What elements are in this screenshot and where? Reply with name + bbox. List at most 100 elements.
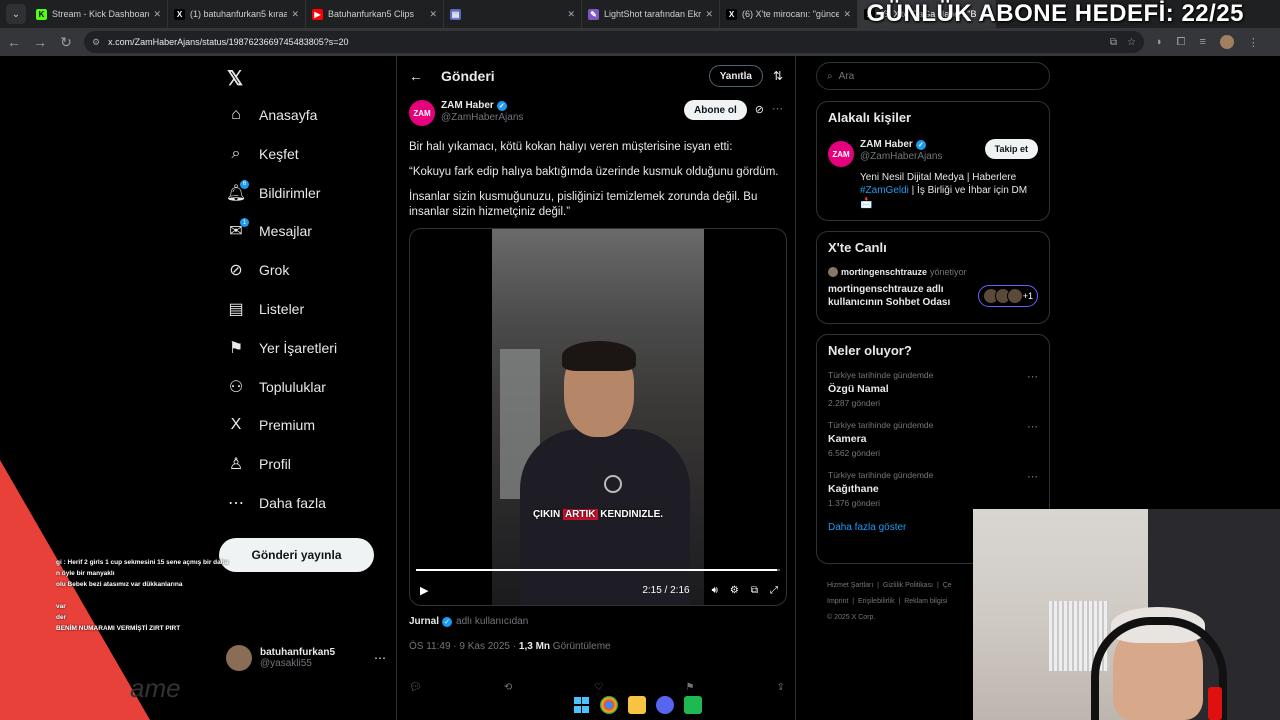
windows-start-icon[interactable] bbox=[572, 696, 590, 714]
browser-tab[interactable]: ▶ Batuhanfurkan5 Clips ✕ bbox=[306, 0, 444, 28]
forward-arrow-icon[interactable]: → bbox=[28, 30, 52, 54]
notification-badge: 6 bbox=[240, 179, 249, 189]
trend-item[interactable]: Türkiye tarihinde gündemde Kağıthane 1.376… bbox=[828, 470, 1038, 508]
more-icon[interactable]: ⋯ bbox=[772, 102, 783, 115]
tweet-timestamp[interactable]: ÖS 11:49 · 9 Kas 2025 · bbox=[409, 641, 519, 652]
reply-button[interactable]: Yanıtla bbox=[708, 65, 763, 87]
footer-link[interactable]: Reklam bilgisi bbox=[904, 598, 947, 605]
more-icon[interactable]: ⋯ bbox=[374, 651, 386, 665]
install-app-icon[interactable]: ⧉ bbox=[1110, 37, 1117, 48]
tab-title: (1) batuhanfurkan5 kıraatl bbox=[190, 9, 288, 19]
author-name[interactable]: ZAM Haber bbox=[441, 100, 494, 111]
site-info-icon[interactable]: ⚙ bbox=[92, 37, 100, 48]
avatar[interactable]: ZAM bbox=[828, 141, 854, 167]
nav-item-home[interactable]: ⌂ Anasayfa bbox=[227, 100, 317, 130]
trend-context: Türkiye tarihinde gündemde bbox=[828, 370, 934, 380]
retweet-icon[interactable]: ⟲ bbox=[504, 682, 512, 693]
video-frame: ÇIKIN ARTIK KENDINIZLE. bbox=[492, 229, 704, 605]
webcam-overlay bbox=[973, 509, 1280, 720]
nav-item-more[interactable]: ⋯ Daha fazla bbox=[227, 488, 326, 518]
app-icon[interactable] bbox=[684, 696, 702, 714]
picture-in-picture-icon[interactable]: ⧉ bbox=[751, 585, 758, 596]
footer-link[interactable]: Hizmet Şartları bbox=[827, 582, 873, 589]
footer-link[interactable]: Çe bbox=[943, 582, 952, 589]
video-player[interactable]: ÇIKIN ARTIK KENDINIZLE. ▶ 2:15 / 2:16 🔊︎… bbox=[409, 228, 787, 606]
live-space[interactable]: mortingenschtrauze adlı kullanıcının Soh… bbox=[828, 283, 1038, 309]
tweet-text: Bir halı yıkamacı, kötü kokan halıyı ver… bbox=[409, 140, 783, 220]
chrome-icon[interactable] bbox=[600, 696, 618, 714]
source-user-link[interactable]: Jurnal bbox=[409, 616, 439, 627]
nav-item-lists[interactable]: ▤ Listeler bbox=[227, 294, 304, 324]
hashtag-link[interactable]: #ZamGeldi bbox=[860, 185, 909, 196]
x-logo-icon[interactable]: 𝕏 bbox=[227, 66, 243, 91]
address-bar[interactable]: ⚙ x.com/ZamHaberAjans/status/19876236697… bbox=[84, 31, 1144, 53]
nav-item-notifications[interactable]: 🔔︎ 6 Bildirimler bbox=[226, 178, 320, 208]
back-arrow-icon[interactable]: ← bbox=[409, 68, 423, 84]
verified-badge-icon: ✓ bbox=[442, 616, 453, 627]
nav-item-bookmarks[interactable]: ⚑ Yer İşaretleri bbox=[227, 333, 337, 363]
trend-item[interactable]: Türkiye tarihinde gündemde Özgü Namal 2.28… bbox=[828, 370, 1038, 408]
trend-context: Türkiye tarihinde gündemde bbox=[828, 470, 934, 480]
volume-icon[interactable]: 🔊︎ bbox=[712, 585, 718, 596]
browser-tab[interactable]: X (1) batuhanfurkan5 kıraatl ✕ bbox=[168, 0, 306, 28]
nav-item-profile[interactable]: ♙ Profil bbox=[227, 449, 291, 479]
more-icon[interactable]: ⋯ bbox=[1027, 470, 1038, 483]
bookmark-star-icon[interactable]: ☆ bbox=[1127, 37, 1136, 48]
footer-link[interactable]: Imprint bbox=[827, 598, 848, 605]
close-icon[interactable]: ✕ bbox=[429, 9, 437, 20]
close-icon[interactable]: ✕ bbox=[843, 9, 851, 20]
more-icon[interactable]: ⋯ bbox=[1027, 370, 1038, 383]
avatar[interactable]: ZAM bbox=[409, 100, 435, 126]
reply-icon[interactable]: 💬︎ bbox=[409, 682, 422, 693]
nav-item-premium[interactable]: X Premium bbox=[227, 410, 315, 440]
close-icon[interactable]: ✕ bbox=[705, 9, 713, 20]
footer-link[interactable]: Gizlilik Politikası bbox=[883, 582, 933, 589]
nav-item-explore[interactable]: ⌕ Keşfet bbox=[227, 139, 299, 169]
subscribe-button[interactable]: Abone ol bbox=[684, 100, 747, 120]
microphone bbox=[1208, 687, 1222, 720]
trend-item[interactable]: Türkiye tarihinde gündemde Kamera 6.562 gö… bbox=[828, 420, 1038, 458]
discord-icon[interactable] bbox=[656, 696, 674, 714]
tab-title: Stream - Kick Dashboard bbox=[52, 9, 150, 19]
file-explorer-icon[interactable] bbox=[628, 696, 646, 714]
chat-message bbox=[56, 590, 246, 601]
related-handle[interactable]: @ZamHaberAjans bbox=[860, 151, 942, 162]
search-input[interactable]: ⌕ Ara bbox=[816, 62, 1050, 90]
play-icon[interactable]: ▶ bbox=[420, 584, 428, 597]
account-switcher[interactable]: batuhanfurkan5 @yasakli55 ⋯ bbox=[226, 642, 386, 674]
video-progress-bar[interactable] bbox=[416, 569, 780, 571]
filter-icon[interactable]: ⇅ bbox=[773, 69, 783, 83]
browser-tab[interactable]: ▤ ✕ bbox=[444, 0, 582, 28]
back-arrow-icon[interactable]: ← bbox=[2, 30, 26, 54]
author-handle[interactable]: @ZamHaberAjans bbox=[441, 112, 523, 123]
related-name[interactable]: ZAM Haber bbox=[860, 139, 913, 150]
extensions-puzzle-icon[interactable]: ⧠ bbox=[1177, 36, 1186, 49]
browser-tab[interactable]: X (6) X'te mirocanı: "güncel ✕ bbox=[720, 0, 858, 28]
footer-link[interactable]: Erişilebilirlik bbox=[858, 598, 895, 605]
settings-gear-icon[interactable]: ⚙ bbox=[730, 585, 739, 596]
nav-label: Topluluklar bbox=[259, 378, 326, 395]
tab-search-button[interactable]: ⌄ bbox=[6, 4, 26, 24]
reload-icon[interactable]: ↻ bbox=[54, 30, 78, 54]
browser-tab[interactable]: K Stream - Kick Dashboard ✕ bbox=[30, 0, 168, 28]
browser-menu-icon[interactable]: ⋮ bbox=[1248, 36, 1259, 49]
grok-icon[interactable]: ⊘ bbox=[755, 103, 764, 116]
nav-item-communities[interactable]: ⚇ Topluluklar bbox=[227, 372, 326, 402]
nav-item-messages[interactable]: ✉ 1 Mesajlar bbox=[227, 216, 312, 246]
tweet: ZAM ZAM Haber ✓ @ZamHaberAjans Abone ol … bbox=[397, 96, 795, 652]
share-icon[interactable]: ⇪ bbox=[777, 682, 785, 693]
panel-title: X'te Canlı bbox=[828, 240, 887, 255]
follow-button[interactable]: Takip et bbox=[984, 139, 1038, 159]
tab-favicon-icon: X bbox=[174, 8, 185, 20]
fullscreen-icon[interactable]: ⤢ bbox=[770, 585, 778, 596]
close-icon[interactable]: ✕ bbox=[567, 9, 575, 20]
live-host: mortingenschtrauze yönetiyor bbox=[828, 267, 1038, 277]
more-icon[interactable]: ⋯ bbox=[1027, 420, 1038, 433]
reading-list-icon[interactable]: ≡ bbox=[1199, 36, 1205, 48]
browser-profile-avatar[interactable] bbox=[1219, 35, 1234, 49]
close-icon[interactable]: ✕ bbox=[291, 9, 299, 20]
extension-icon[interactable]: ◗ bbox=[1156, 36, 1163, 48]
browser-tab[interactable]: ✎ LightShot tarafından Ekra ✕ bbox=[582, 0, 720, 28]
close-icon[interactable]: ✕ bbox=[153, 9, 161, 20]
nav-item-grok[interactable]: ⊘ Grok bbox=[227, 255, 289, 285]
